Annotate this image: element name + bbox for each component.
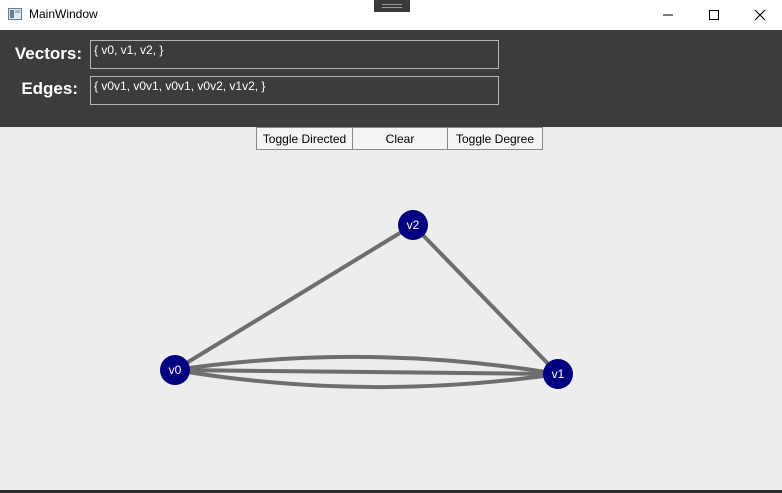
maximize-icon xyxy=(709,10,719,20)
close-button[interactable] xyxy=(737,0,782,30)
vertices-layer: v0 v1 v2 xyxy=(160,210,573,389)
toolbar: Toggle Directed Clear Toggle Degree xyxy=(256,127,543,150)
edge-v0-v2 xyxy=(173,223,415,372)
vertex-label: v0 xyxy=(169,363,182,377)
edge-v0-v1 xyxy=(174,354,559,376)
toggle-degree-button[interactable]: Toggle Degree xyxy=(447,127,543,150)
close-icon xyxy=(754,9,766,21)
title-bar: MainWindow xyxy=(0,0,782,30)
drag-grip-icon[interactable] xyxy=(374,0,410,12)
edges-label: Edges: xyxy=(21,79,78,98)
edges-field[interactable]: { v0v1, v0v1, v0v1, v0v2, v1v2, } xyxy=(90,76,499,105)
vertex-label: v2 xyxy=(407,218,420,232)
vectors-label: Vectors: xyxy=(14,44,82,63)
edges-layer xyxy=(173,223,560,390)
minimize-button[interactable] xyxy=(645,0,691,30)
maximize-button[interactable] xyxy=(691,0,737,30)
edge-v0-v1 xyxy=(174,368,559,376)
header-panel: Vectors: { v0, v1, v2, } Edges: { v0v1, … xyxy=(0,30,782,127)
toggle-directed-button[interactable]: Toggle Directed xyxy=(256,127,353,150)
vectors-field[interactable]: { v0, v1, v2, } xyxy=(90,40,499,69)
edge-v0-v1 xyxy=(174,368,559,390)
edge-v1-v2 xyxy=(411,223,560,376)
vertex-v0[interactable]: v0 xyxy=(160,355,190,385)
vertex-label: v1 xyxy=(552,367,565,381)
vertex-v1[interactable]: v1 xyxy=(543,359,573,389)
vertex-v2[interactable]: v2 xyxy=(398,210,428,240)
clear-button[interactable]: Clear xyxy=(352,127,448,150)
window-title: MainWindow xyxy=(29,7,98,21)
minimize-icon xyxy=(663,14,673,16)
app-icon xyxy=(8,8,22,20)
